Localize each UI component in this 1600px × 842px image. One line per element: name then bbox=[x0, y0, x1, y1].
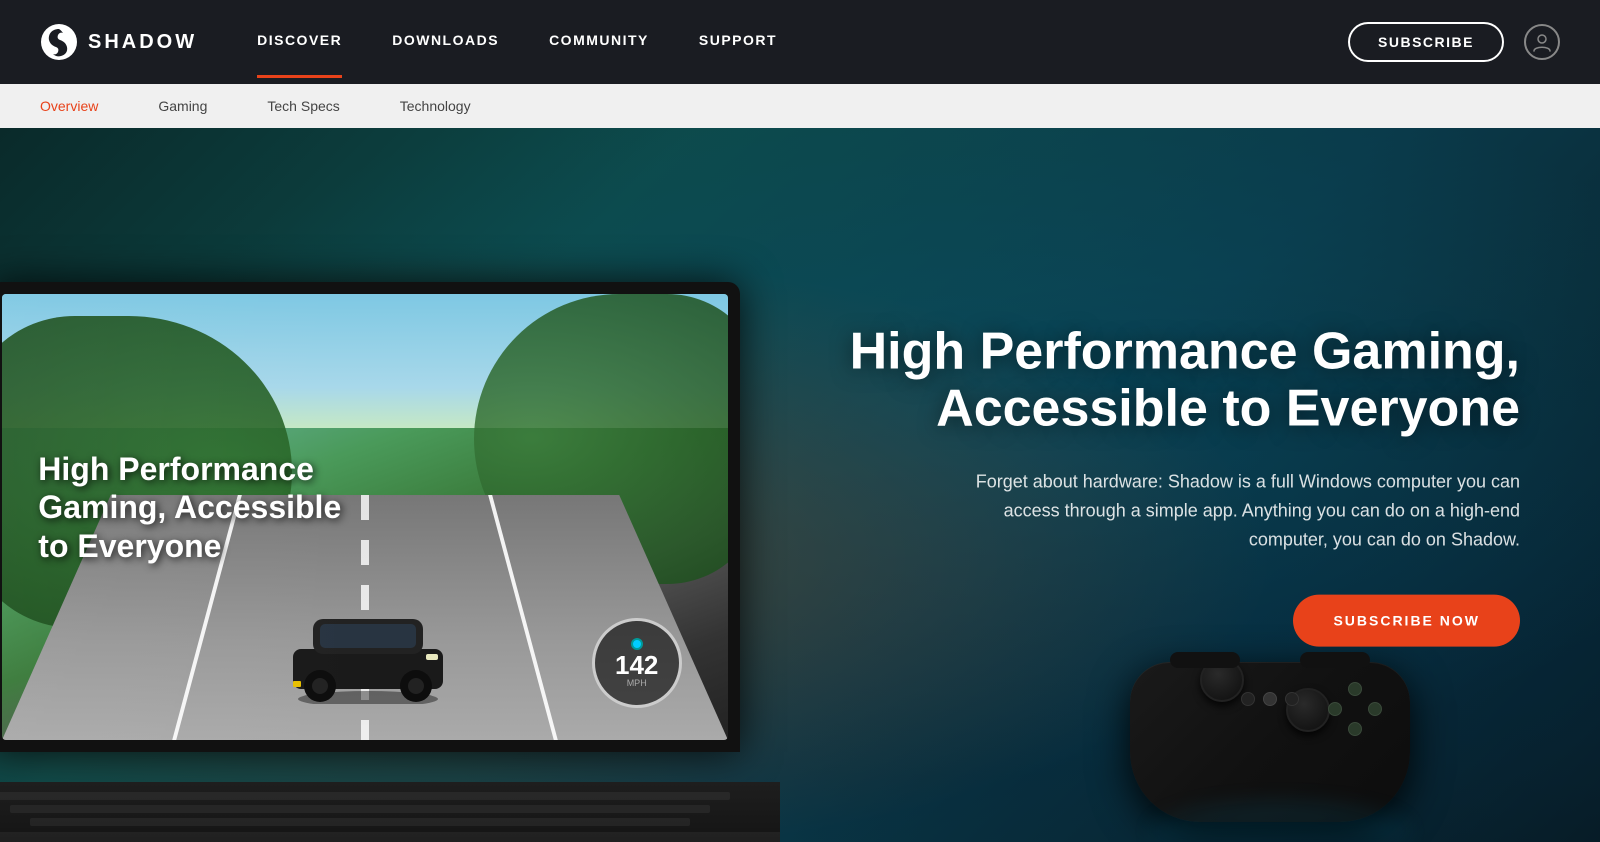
hero-cta-button[interactable]: SUBSCRIBE NOW bbox=[1293, 594, 1520, 646]
logo[interactable]: SHADOW bbox=[40, 23, 197, 61]
hero-section: High Performance Gaming, Accessible to E… bbox=[0, 128, 1600, 842]
laptop-base bbox=[0, 832, 780, 842]
shadow-logo-icon bbox=[40, 23, 78, 61]
laptop-screen: High Performance Gaming, Accessible to E… bbox=[2, 294, 728, 740]
gamepad-a-btn bbox=[1348, 722, 1362, 736]
gamepad-home-btn bbox=[1263, 692, 1277, 706]
user-account-icon[interactable] bbox=[1524, 24, 1560, 60]
gamepad-left-bumper bbox=[1170, 652, 1240, 668]
subnav-overview[interactable]: Overview bbox=[40, 94, 98, 118]
subnav-tech-specs[interactable]: Tech Specs bbox=[267, 94, 339, 118]
hero-text-content: High Performance Gaming, Accessible to E… bbox=[820, 324, 1520, 647]
keyboard-keys bbox=[0, 787, 740, 832]
sub-nav: Overview Gaming Tech Specs Technology bbox=[0, 84, 1600, 128]
hero-subtitle: Forget about hardware: Shadow is a full … bbox=[960, 468, 1520, 554]
laptop-device: High Performance Gaming, Accessible to E… bbox=[0, 282, 780, 842]
subnav-gaming[interactable]: Gaming bbox=[158, 94, 207, 118]
gamepad-x-btn bbox=[1328, 702, 1342, 716]
main-nav: SHADOW DISCOVER DOWNLOADS COMMUNITY SUPP… bbox=[0, 0, 1600, 84]
speedo-indicator bbox=[631, 638, 643, 650]
gamepad-start-btn bbox=[1285, 692, 1299, 706]
nav-links: DISCOVER DOWNLOADS COMMUNITY SUPPORT bbox=[257, 32, 1348, 52]
gamepad-select-btn bbox=[1241, 692, 1255, 706]
laptop-overlay-heading: High Performance Gaming, Accessible to E… bbox=[38, 450, 378, 565]
speedometer: 142 MPH bbox=[592, 618, 692, 718]
gamepad-y-btn bbox=[1348, 682, 1362, 696]
speed-value: 142 bbox=[615, 652, 658, 678]
nav-link-community[interactable]: COMMUNITY bbox=[549, 32, 649, 52]
subnav-technology[interactable]: Technology bbox=[400, 94, 471, 118]
gamepad-right-bumper bbox=[1300, 652, 1370, 668]
nav-link-discover[interactable]: DISCOVER bbox=[257, 32, 342, 52]
laptop-keyboard bbox=[0, 782, 780, 832]
gamepad-body bbox=[1130, 662, 1410, 822]
nav-link-support[interactable]: SUPPORT bbox=[699, 32, 777, 52]
hero-title: High Performance Gaming, Accessible to E… bbox=[820, 324, 1520, 438]
subscribe-button[interactable]: SUBSCRIBE bbox=[1348, 22, 1504, 62]
laptop-mockup: High Performance Gaming, Accessible to E… bbox=[0, 282, 780, 842]
nav-link-downloads[interactable]: DOWNLOADS bbox=[392, 32, 499, 52]
brand-name: SHADOW bbox=[88, 31, 197, 54]
nav-right: SUBSCRIBE bbox=[1348, 22, 1560, 62]
person-icon bbox=[1531, 31, 1553, 53]
gamepad-center-buttons bbox=[1241, 692, 1299, 706]
laptop-screen-bezel: High Performance Gaming, Accessible to E… bbox=[0, 282, 740, 752]
gamepad-face-buttons bbox=[1328, 682, 1382, 736]
gamepad-b-btn bbox=[1368, 702, 1382, 716]
speed-unit: MPH bbox=[627, 678, 647, 688]
